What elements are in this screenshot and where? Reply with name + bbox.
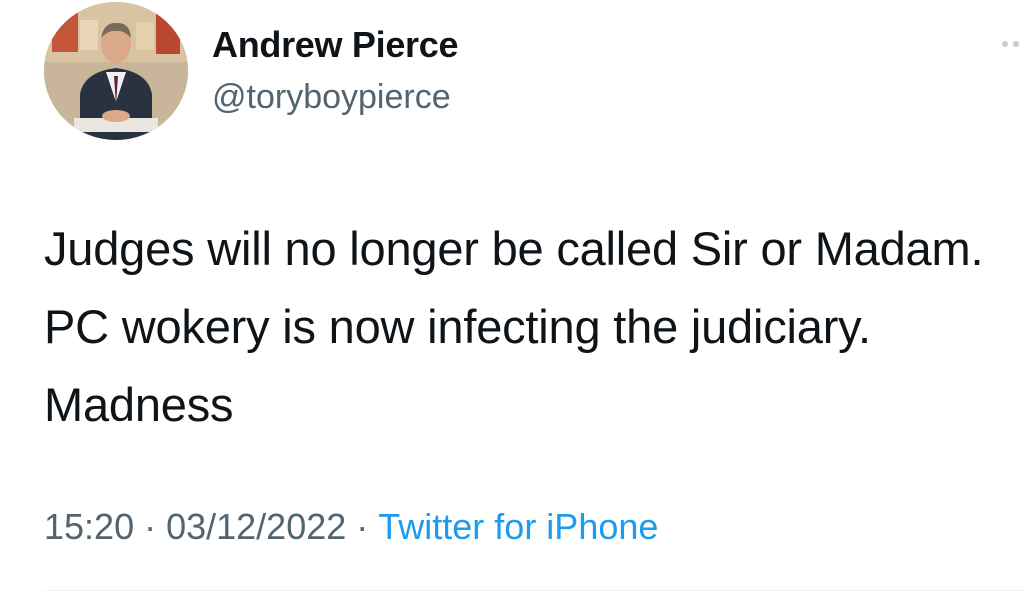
tweet-source-link[interactable]: Twitter for iPhone xyxy=(378,506,658,547)
meta-separator-2: · xyxy=(356,506,369,547)
author-display-name[interactable]: Andrew Pierce xyxy=(212,24,459,66)
tweet-meta: 15:20 · 03/12/2022 · Twitter for iPhone xyxy=(44,506,658,548)
more-options-button[interactable] xyxy=(996,34,1024,54)
tweet-time[interactable]: 15:20 xyxy=(44,506,134,547)
tweet-card: Andrew Pierce @toryboypierce Judges will… xyxy=(0,0,1024,603)
avatar-photo xyxy=(44,2,188,140)
tweet-text: Judges will no longer be called Sir or M… xyxy=(44,222,984,431)
more-options-icon-dot xyxy=(1013,41,1019,47)
author-handle[interactable]: @toryboypierce xyxy=(212,78,451,117)
tweet-date[interactable]: 03/12/2022 xyxy=(166,506,346,547)
avatar[interactable] xyxy=(44,2,188,140)
more-options-icon xyxy=(1002,41,1008,47)
divider xyxy=(44,590,1024,591)
meta-separator: · xyxy=(144,506,157,547)
